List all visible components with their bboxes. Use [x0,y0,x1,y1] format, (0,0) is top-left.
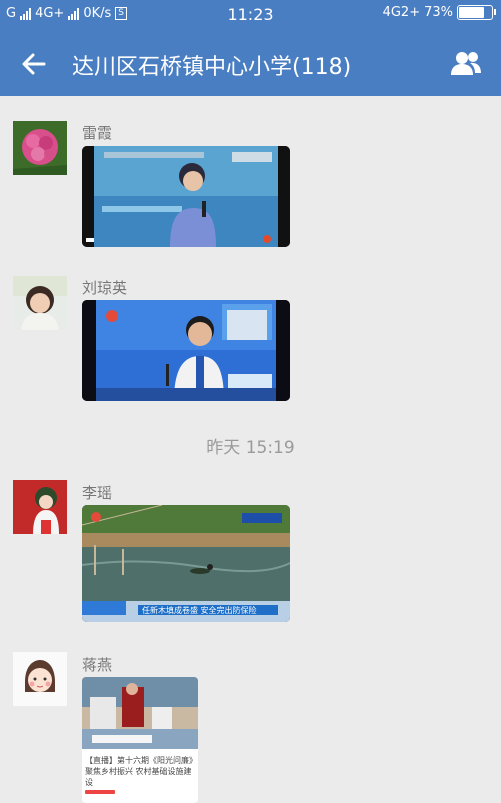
sender-name: 刘琼英 [82,279,128,297]
video-caption: 任新木填成卷盛 安全完出防保险 [142,606,257,615]
girl-illustration-avatar-image [13,480,67,534]
article-caption: 【直播】第十六期《阳光问廉》聚焦乡村振兴 农村基础设施建设 [85,756,193,787]
video-thumbnail [82,300,290,401]
group-members-button[interactable] [449,48,483,80]
sender-name: 雷霞 [82,124,113,142]
article-message[interactable]: 【直播】第十六期《阳光问廉》聚焦乡村振兴 农村基础设施建设 [82,677,198,803]
cartoon-girl-avatar-image [13,652,67,706]
back-button[interactable] [18,48,50,80]
battery-icon [457,5,496,20]
article-footer [85,790,115,794]
avatar[interactable] [13,121,67,175]
avatar[interactable] [13,276,67,330]
network-type-right: 4G2+ [382,5,421,20]
status-right: 4G2+ 73% [382,5,496,20]
video-message[interactable]: 任新木填成卷盛 安全完出防保险 [82,505,290,622]
battery-percent: 73% [424,5,453,20]
avatar[interactable] [13,652,67,706]
flower-avatar-image [13,121,67,175]
sender-name: 蒋燕 [82,656,113,674]
woman-avatar-image [13,276,67,330]
nav-bar: 达川区石桥镇中心小学(118) [0,30,501,96]
time-separator: 昨天 15:19 [206,438,295,458]
avatar[interactable] [13,480,67,534]
article-thumbnail [82,677,198,749]
arrow-left-icon [22,53,46,75]
sender-name: 李瑶 [82,484,113,502]
video-message[interactable] [82,300,290,401]
chat-title: 达川区石桥镇中心小学(118) [72,55,352,80]
video-message[interactable] [82,146,290,247]
battery-fill [459,7,484,18]
video-thumbnail [82,146,290,247]
status-bar: G 4G+ 0K/s S 11:23 4G2+ 73% [0,0,501,30]
group-members-icon [451,52,481,75]
